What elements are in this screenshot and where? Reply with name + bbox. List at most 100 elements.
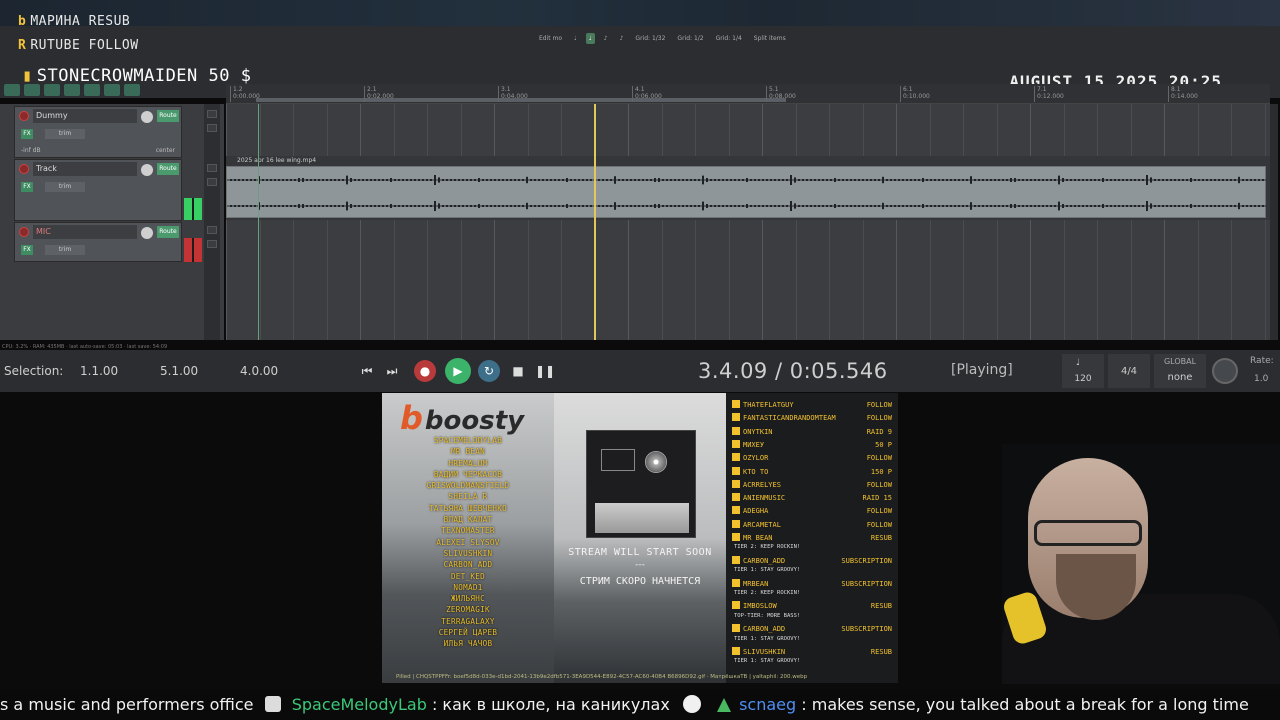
ruler-time: 0:02.000 xyxy=(367,93,394,100)
global-value: none xyxy=(1167,372,1193,383)
event-type-icon xyxy=(732,601,740,610)
supporter-name: ВЛАД КАЛАТ xyxy=(443,515,493,525)
skip-back-icon: ⏮ xyxy=(361,363,373,378)
grid-line xyxy=(293,104,294,340)
rate-label: Rate: xyxy=(1250,356,1274,366)
alert-resub-text: МАРИНА RESUB xyxy=(30,14,131,29)
start-soon-ru: СТРИМ СКОРО НАЧНЕТСЯ xyxy=(579,576,701,587)
event-user: ONYTKIN xyxy=(743,427,773,436)
go-to-start-button[interactable]: ⏮ xyxy=(356,360,378,382)
record-arm-button[interactable] xyxy=(19,164,29,174)
lock-icon[interactable] xyxy=(124,84,140,96)
mute-button[interactable] xyxy=(207,226,217,234)
mute-button[interactable] xyxy=(207,164,217,172)
track-track[interactable]: Track Route FX trim xyxy=(14,159,182,221)
play-button[interactable]: ▶ xyxy=(445,358,471,384)
ruler-time: 0:14.000 xyxy=(1171,93,1198,100)
event-type-icon xyxy=(732,426,740,435)
grid-line xyxy=(226,104,227,340)
tempo-box[interactable]: ♩ 120 xyxy=(1062,354,1104,388)
track-dummy[interactable]: Dummy Route FX trim -inf dB center xyxy=(14,106,182,158)
quarter-note-icon[interactable]: ♩ xyxy=(585,33,595,44)
record-arm-button[interactable] xyxy=(19,227,29,237)
selection-start[interactable]: 1.1.00 xyxy=(80,364,118,378)
pause-button[interactable]: ❚❚ xyxy=(534,360,556,382)
cover-art-image xyxy=(586,430,696,538)
position-readout[interactable]: 3.4.09 / 0:05.546 xyxy=(698,359,888,383)
grid-1-4-button[interactable]: Grid: 1/4 xyxy=(713,33,745,44)
split-items-button[interactable]: Split items xyxy=(751,33,789,44)
track-name[interactable]: MIC xyxy=(33,225,137,239)
tool-icon-row xyxy=(4,84,140,96)
volume-knob[interactable] xyxy=(141,227,153,239)
arrange-view[interactable]: 2025 apr 16 lee wing.mp4 xyxy=(226,104,1270,340)
time-signature-box[interactable]: 4/4 xyxy=(1108,354,1150,388)
timeline-ruler[interactable]: 1.2 0:00.000 2.1 0:02.000 3.1 0:04.000 4.1 0:06… xyxy=(226,84,1270,104)
event-type-icon xyxy=(732,439,740,448)
grid-1-32-button[interactable]: Grid: 1/32 xyxy=(632,33,668,44)
event-user: МИХЕУ xyxy=(743,440,765,449)
fx-button[interactable]: FX xyxy=(21,129,33,139)
media-item[interactable]: 2025 apr 16 lee wing.mp4 xyxy=(226,157,1267,218)
alert-follow-text: RUTUBE FOLLOW xyxy=(30,38,139,53)
play-cursor xyxy=(594,104,596,340)
route-button[interactable]: Route xyxy=(157,163,179,175)
track-name[interactable]: Dummy xyxy=(33,109,137,123)
volume-knob[interactable] xyxy=(141,111,153,123)
sixteenth-note-icon[interactable]: ♪ xyxy=(617,33,627,44)
solo-button[interactable] xyxy=(207,240,217,248)
eighth-note-icon[interactable]: ♪ xyxy=(601,33,611,44)
crossfade-icon[interactable] xyxy=(4,84,20,96)
track-control-panel: Dummy Route FX trim -inf dB center Track… xyxy=(0,104,224,340)
edit-mode-button[interactable]: Edit mo xyxy=(536,33,565,44)
grid-line xyxy=(661,104,663,340)
track-mic[interactable]: MIC Route FX trim xyxy=(14,222,182,262)
ruler-time: 0:00.000 xyxy=(233,93,260,100)
snap-icon[interactable] xyxy=(84,84,100,96)
record-button[interactable]: ● xyxy=(414,360,436,382)
route-button[interactable]: Route xyxy=(157,110,179,122)
fx-button[interactable]: FX xyxy=(21,245,33,255)
event-user: ACRRELYES xyxy=(743,480,781,489)
media-item-label: 2025 apr 16 lee wing.mp4 xyxy=(237,157,317,164)
event-type-icon xyxy=(732,647,740,655)
selection-length[interactable]: 4.0.00 xyxy=(240,364,278,378)
fx-button[interactable]: FX xyxy=(21,182,33,192)
envelope-icon[interactable] xyxy=(64,84,80,96)
grid-line xyxy=(259,104,261,340)
skip-forward-icon: ⏭ xyxy=(386,363,398,378)
go-to-end-button[interactable]: ⏭ xyxy=(381,360,403,382)
event-user: MR BEAN xyxy=(743,534,773,542)
event-type-icon xyxy=(732,453,740,462)
trim-button[interactable]: trim xyxy=(45,182,85,192)
solo-button[interactable] xyxy=(207,178,217,186)
repeat-button[interactable]: ↻ xyxy=(478,360,500,382)
pause-icon: ❚❚ xyxy=(534,364,556,378)
playrate-knob[interactable] xyxy=(1212,358,1238,384)
stop-button[interactable]: ■ xyxy=(507,360,529,382)
grid-icon[interactable] xyxy=(44,84,60,96)
selection-end[interactable]: 5.1.00 xyxy=(160,364,198,378)
grid-line xyxy=(829,104,830,340)
solo-button[interactable] xyxy=(207,124,217,132)
grid-1-2-button[interactable]: Grid: 1/2 xyxy=(674,33,706,44)
track-name[interactable]: Track xyxy=(33,162,137,176)
overlay-banner xyxy=(0,0,1280,26)
mic-meter xyxy=(184,238,202,262)
note-icon[interactable]: ♩ xyxy=(571,33,580,44)
trim-button[interactable]: trim xyxy=(45,245,85,255)
ripple-icon[interactable] xyxy=(24,84,40,96)
supporter-name: ALEXEI SLYSOV xyxy=(436,537,500,547)
route-button[interactable]: Route xyxy=(157,226,179,238)
stream-screen: b МАРИНА RESUB R RUTUBE FOLLOW ▮ STONECROWM… xyxy=(0,0,1280,720)
mute-button[interactable] xyxy=(207,110,217,118)
volume-knob[interactable] xyxy=(141,164,153,176)
loop-icon[interactable] xyxy=(104,84,120,96)
snap-toolbar: Edit mo ♩ ♩ ♪ ♪ Grid: 1/32 Grid: 1/2 Gri… xyxy=(536,33,789,44)
record-arm-button[interactable] xyxy=(19,111,29,121)
trim-button[interactable]: trim xyxy=(45,129,85,139)
vertical-scrollbar[interactable] xyxy=(1270,104,1278,340)
global-envelope-box[interactable]: GLOBAL none xyxy=(1154,354,1206,388)
supporter-name: CARBON_ADD xyxy=(443,560,493,570)
supporter-name: SLIVUSHKIN xyxy=(443,548,493,558)
